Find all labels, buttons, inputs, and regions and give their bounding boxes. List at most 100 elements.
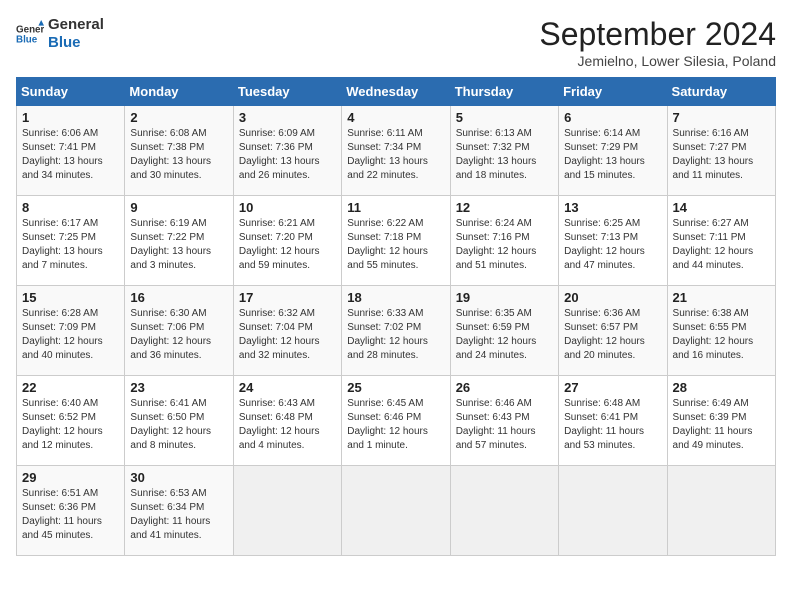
day-info: Sunrise: 6:49 AM Sunset: 6:39 PM Dayligh… bbox=[673, 397, 770, 453]
calendar-cell: 27Sunrise: 6:48 AM Sunset: 6:41 PM Dayli… bbox=[559, 376, 667, 466]
day-info: Sunrise: 6:38 AM Sunset: 6:55 PM Dayligh… bbox=[673, 307, 770, 363]
day-info: Sunrise: 6:40 AM Sunset: 6:52 PM Dayligh… bbox=[22, 397, 119, 453]
calendar-cell: 11 Sunrise: 6:22 AM Sunset: 7:18 PM Dayli… bbox=[342, 196, 450, 286]
calendar-cell: 14 Sunrise: 6:27 AM Sunset: 7:11 PM Dayli… bbox=[667, 196, 775, 286]
calendar-cell: 20 Sunrise: 6:36 AM Sunset: 6:57 PM Dayli… bbox=[559, 286, 667, 376]
logo-general: General bbox=[48, 16, 104, 34]
calendar-cell: 23Sunrise: 6:41 AM Sunset: 6:50 PM Dayli… bbox=[125, 376, 233, 466]
day-info: Sunrise: 6:11 AM Sunset: 7:34 PM Dayligh… bbox=[347, 127, 444, 183]
day-number: 22 bbox=[22, 380, 119, 395]
day-number: 11 bbox=[347, 200, 444, 215]
calendar-cell: 3 Sunrise: 6:09 AM Sunset: 7:36 PM Daylig… bbox=[233, 106, 341, 196]
day-number: 18 bbox=[347, 290, 444, 305]
calendar-cell: 9Sunrise: 6:19 AM Sunset: 7:22 PM Daylig… bbox=[125, 196, 233, 286]
day-info: Sunrise: 6:25 AM Sunset: 7:13 PM Dayligh… bbox=[564, 217, 661, 273]
day-info: Sunrise: 6:14 AM Sunset: 7:29 PM Dayligh… bbox=[564, 127, 661, 183]
calendar-cell: 8Sunrise: 6:17 AM Sunset: 7:25 PM Daylig… bbox=[17, 196, 125, 286]
calendar-cell: 17 Sunrise: 6:32 AM Sunset: 7:04 PM Dayli… bbox=[233, 286, 341, 376]
day-number: 17 bbox=[239, 290, 336, 305]
calendar-cell: 30 Sunrise: 6:53 AM Sunset: 6:34 PM Dayli… bbox=[125, 466, 233, 556]
calendar-header: SundayMondayTuesdayWednesdayThursdayFrid… bbox=[17, 78, 776, 106]
day-info: Sunrise: 6:06 AM Sunset: 7:41 PM Dayligh… bbox=[22, 127, 119, 183]
calendar-cell: 13Sunrise: 6:25 AM Sunset: 7:13 PM Dayli… bbox=[559, 196, 667, 286]
page-header: General Blue General Blue September 2024… bbox=[16, 16, 776, 69]
calendar-cell: 16Sunrise: 6:30 AM Sunset: 7:06 PM Dayli… bbox=[125, 286, 233, 376]
logo-blue: Blue bbox=[48, 34, 104, 52]
day-number: 3 bbox=[239, 110, 336, 125]
calendar-table: SundayMondayTuesdayWednesdayThursdayFrid… bbox=[16, 77, 776, 556]
day-info: Sunrise: 6:36 AM Sunset: 6:57 PM Dayligh… bbox=[564, 307, 661, 363]
calendar-cell: 10 Sunrise: 6:21 AM Sunset: 7:20 PM Dayli… bbox=[233, 196, 341, 286]
weekday-header-friday: Friday bbox=[559, 78, 667, 106]
day-number: 5 bbox=[456, 110, 553, 125]
day-info: Sunrise: 6:08 AM Sunset: 7:38 PM Dayligh… bbox=[130, 127, 227, 183]
weekday-header-row: SundayMondayTuesdayWednesdayThursdayFrid… bbox=[17, 78, 776, 106]
calendar-cell: 29 Sunrise: 6:51 AM Sunset: 6:36 PM Dayli… bbox=[17, 466, 125, 556]
weekday-header-sunday: Sunday bbox=[17, 78, 125, 106]
calendar-cell bbox=[559, 466, 667, 556]
day-info: Sunrise: 6:53 AM Sunset: 6:34 PM Dayligh… bbox=[130, 487, 227, 543]
day-info: Sunrise: 6:48 AM Sunset: 6:41 PM Dayligh… bbox=[564, 397, 661, 453]
location-subtitle: Jemielno, Lower Silesia, Poland bbox=[539, 53, 776, 69]
calendar-week-row: 1 Sunrise: 6:06 AM Sunset: 7:41 PM Daylig… bbox=[17, 106, 776, 196]
weekday-header-thursday: Thursday bbox=[450, 78, 558, 106]
day-number: 26 bbox=[456, 380, 553, 395]
day-number: 14 bbox=[673, 200, 770, 215]
logo: General Blue General Blue bbox=[16, 16, 104, 52]
day-info: Sunrise: 6:09 AM Sunset: 7:36 PM Dayligh… bbox=[239, 127, 336, 183]
calendar-cell: 6 Sunrise: 6:14 AM Sunset: 7:29 PM Daylig… bbox=[559, 106, 667, 196]
day-number: 7 bbox=[673, 110, 770, 125]
calendar-cell: 2 Sunrise: 6:08 AM Sunset: 7:38 PM Daylig… bbox=[125, 106, 233, 196]
day-info: Sunrise: 6:22 AM Sunset: 7:18 PM Dayligh… bbox=[347, 217, 444, 273]
calendar-cell: 28 Sunrise: 6:49 AM Sunset: 6:39 PM Dayli… bbox=[667, 376, 775, 466]
calendar-cell: 21Sunrise: 6:38 AM Sunset: 6:55 PM Dayli… bbox=[667, 286, 775, 376]
calendar-body: 1 Sunrise: 6:06 AM Sunset: 7:41 PM Daylig… bbox=[17, 106, 776, 556]
day-number: 2 bbox=[130, 110, 227, 125]
day-info: Sunrise: 6:51 AM Sunset: 6:36 PM Dayligh… bbox=[22, 487, 119, 543]
calendar-cell bbox=[233, 466, 341, 556]
day-number: 30 bbox=[130, 470, 227, 485]
calendar-cell bbox=[450, 466, 558, 556]
calendar-cell: 7 Sunrise: 6:16 AM Sunset: 7:27 PM Daylig… bbox=[667, 106, 775, 196]
day-info: Sunrise: 6:13 AM Sunset: 7:32 PM Dayligh… bbox=[456, 127, 553, 183]
calendar-week-row: 22 Sunrise: 6:40 AM Sunset: 6:52 PM Dayli… bbox=[17, 376, 776, 466]
day-number: 1 bbox=[22, 110, 119, 125]
title-block: September 2024 Jemielno, Lower Silesia, … bbox=[539, 16, 776, 69]
day-info: Sunrise: 6:45 AM Sunset: 6:46 PM Dayligh… bbox=[347, 397, 444, 453]
calendar-cell bbox=[667, 466, 775, 556]
day-info: Sunrise: 6:21 AM Sunset: 7:20 PM Dayligh… bbox=[239, 217, 336, 273]
day-number: 8 bbox=[22, 200, 119, 215]
day-info: Sunrise: 6:41 AM Sunset: 6:50 PM Dayligh… bbox=[130, 397, 227, 453]
month-title: September 2024 bbox=[539, 16, 776, 53]
calendar-week-row: 8Sunrise: 6:17 AM Sunset: 7:25 PM Daylig… bbox=[17, 196, 776, 286]
day-info: Sunrise: 6:30 AM Sunset: 7:06 PM Dayligh… bbox=[130, 307, 227, 363]
day-number: 19 bbox=[456, 290, 553, 305]
day-number: 15 bbox=[22, 290, 119, 305]
calendar-cell: 15Sunrise: 6:28 AM Sunset: 7:09 PM Dayli… bbox=[17, 286, 125, 376]
day-info: Sunrise: 6:27 AM Sunset: 7:11 PM Dayligh… bbox=[673, 217, 770, 273]
day-info: Sunrise: 6:33 AM Sunset: 7:02 PM Dayligh… bbox=[347, 307, 444, 363]
svg-text:Blue: Blue bbox=[16, 34, 38, 45]
weekday-header-wednesday: Wednesday bbox=[342, 78, 450, 106]
day-number: 29 bbox=[22, 470, 119, 485]
day-info: Sunrise: 6:32 AM Sunset: 7:04 PM Dayligh… bbox=[239, 307, 336, 363]
day-info: Sunrise: 6:46 AM Sunset: 6:43 PM Dayligh… bbox=[456, 397, 553, 453]
calendar-week-row: 15Sunrise: 6:28 AM Sunset: 7:09 PM Dayli… bbox=[17, 286, 776, 376]
calendar-cell: 12Sunrise: 6:24 AM Sunset: 7:16 PM Dayli… bbox=[450, 196, 558, 286]
day-info: Sunrise: 6:19 AM Sunset: 7:22 PM Dayligh… bbox=[130, 217, 227, 273]
calendar-cell: 19 Sunrise: 6:35 AM Sunset: 6:59 PM Dayli… bbox=[450, 286, 558, 376]
logo-icon: General Blue bbox=[16, 20, 44, 48]
day-number: 28 bbox=[673, 380, 770, 395]
day-number: 25 bbox=[347, 380, 444, 395]
weekday-header-tuesday: Tuesday bbox=[233, 78, 341, 106]
day-number: 4 bbox=[347, 110, 444, 125]
day-number: 24 bbox=[239, 380, 336, 395]
day-info: Sunrise: 6:35 AM Sunset: 6:59 PM Dayligh… bbox=[456, 307, 553, 363]
calendar-cell: 22 Sunrise: 6:40 AM Sunset: 6:52 PM Dayli… bbox=[17, 376, 125, 466]
day-number: 12 bbox=[456, 200, 553, 215]
day-info: Sunrise: 6:16 AM Sunset: 7:27 PM Dayligh… bbox=[673, 127, 770, 183]
day-number: 6 bbox=[564, 110, 661, 125]
calendar-cell: 18 Sunrise: 6:33 AM Sunset: 7:02 PM Dayli… bbox=[342, 286, 450, 376]
day-number: 20 bbox=[564, 290, 661, 305]
day-number: 10 bbox=[239, 200, 336, 215]
